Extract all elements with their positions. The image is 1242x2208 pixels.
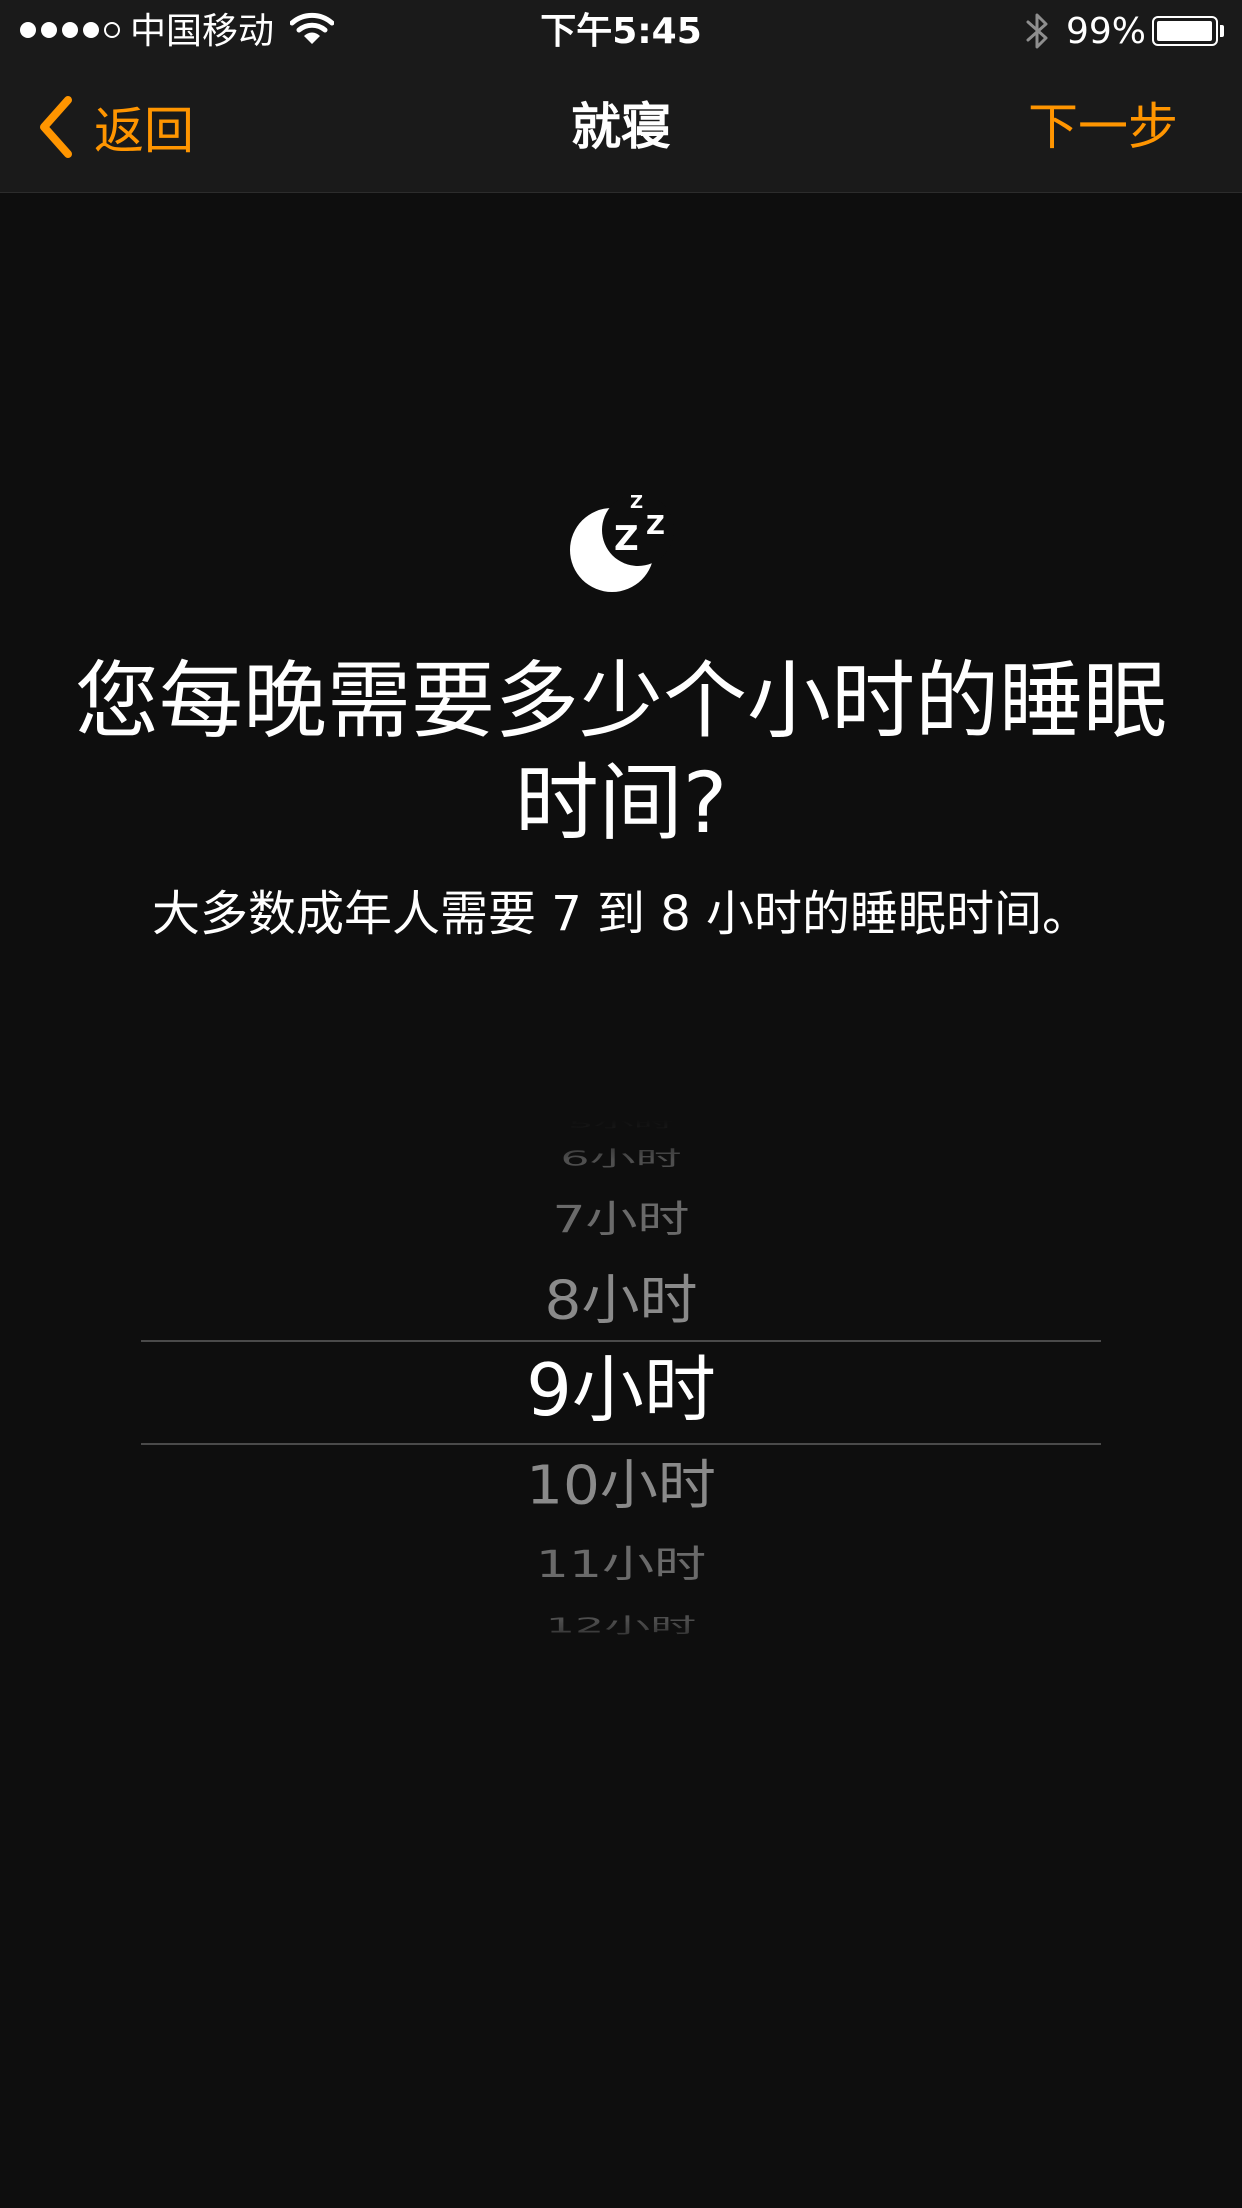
battery-icon <box>1152 16 1218 46</box>
battery-level-fill <box>1157 21 1213 41</box>
svg-text:Z: Z <box>630 492 643 513</box>
picker-item[interactable]: 8小时 <box>0 1268 1242 1332</box>
picker-selection-bottom-line <box>141 1443 1101 1445</box>
picker-item[interactable]: 12小时 <box>0 1613 1242 1638</box>
status-bar: 中国移动 下午5:45 99% <box>0 0 1242 62</box>
sleep-recommendation-text: 大多数成年人需要 7 到 8 小时的睡眠时间。 <box>151 886 1091 942</box>
svg-text:Z: Z <box>646 511 665 541</box>
next-button[interactable]: 下一步 <box>1028 92 1178 162</box>
bedtime-setup-screen: 中国移动 下午5:45 99% 返回 就寝 下一步 Z Z Z 您每晚需要多少个… <box>0 0 1242 2208</box>
picker-selection-top-line <box>141 1340 1101 1342</box>
chevron-left-icon <box>40 96 72 158</box>
navigation-bar: 返回 就寝 下一步 <box>0 62 1242 193</box>
back-button[interactable]: 返回 <box>36 92 194 162</box>
picker-item[interactable]: 11小时 <box>0 1543 1242 1588</box>
picker-item[interactable]: 6小时 <box>0 1146 1242 1171</box>
picker-item-selected[interactable]: 9小时 <box>0 1347 1242 1433</box>
battery-percentage: 99% <box>1066 11 1147 52</box>
back-button-label: 返回 <box>94 102 194 160</box>
sleep-hours-picker[interactable]: 12小时 11小时 10小时 9小时 8小时 7小时 6小时 5小时 <box>0 1120 1242 1660</box>
picker-item[interactable]: 5小时 <box>0 1120 1242 1130</box>
svg-text:Z: Z <box>614 519 639 559</box>
battery-tip <box>1220 25 1224 37</box>
moon-zzz-icon: Z Z Z <box>570 492 674 592</box>
picker-item[interactable]: 10小时 <box>0 1453 1242 1517</box>
bluetooth-icon <box>1026 13 1048 49</box>
picker-item[interactable]: 7小时 <box>0 1198 1242 1243</box>
status-time: 下午5:45 <box>540 11 702 52</box>
sleep-hours-question: 您每晚需要多少个小时的睡眠时间? <box>74 652 1167 852</box>
